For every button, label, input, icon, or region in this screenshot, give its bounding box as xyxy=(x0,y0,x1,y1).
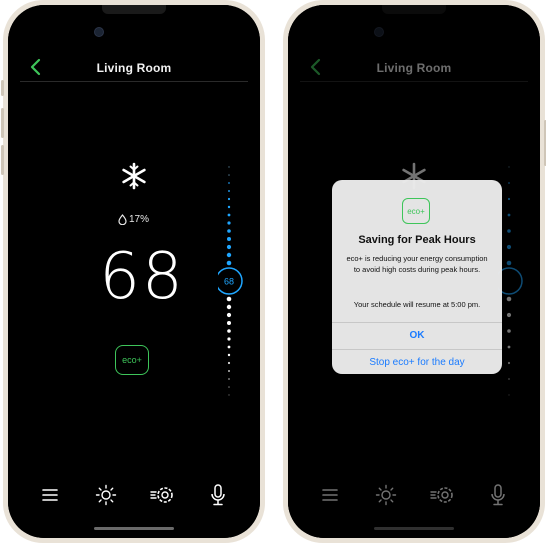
tab-settings[interactable] xyxy=(149,482,175,508)
slider-dots-below xyxy=(226,296,232,396)
menu-icon xyxy=(42,489,58,501)
speaker-notch xyxy=(102,5,166,14)
page-title: Living Room xyxy=(96,61,172,75)
setpoint-temperature: 68 xyxy=(99,240,185,314)
sun-icon xyxy=(95,484,117,506)
slider-handle[interactable]: 68 xyxy=(218,267,243,295)
volume-up-button xyxy=(1,108,4,138)
peak-hours-alert: eco+ Saving for Peak Hours eco+ is reduc… xyxy=(332,180,502,374)
humidity-readout: 17% xyxy=(118,214,149,225)
tab-weather[interactable] xyxy=(93,482,119,508)
thermostat-screen-behind-dialog: Living Room xyxy=(288,5,540,538)
phone-eco-dialog-screen: Living Room xyxy=(283,0,546,543)
bezel: Living Room 17% 68 eco+ 68 xyxy=(8,5,260,538)
tab-voice[interactable] xyxy=(205,482,231,508)
droplet-icon xyxy=(118,214,127,225)
header-divider xyxy=(20,81,248,82)
settings-icon xyxy=(150,487,173,503)
bezel: Living Room xyxy=(288,5,540,538)
volume-down-button xyxy=(1,145,4,175)
humidity-value: 17% xyxy=(129,214,150,225)
bottom-tab-bar xyxy=(8,480,260,510)
alert-title: Saving for Peak Hours xyxy=(358,234,476,246)
eco-plus-badge: eco+ xyxy=(402,198,430,224)
alert-message: eco+ is reducing your energy consumption… xyxy=(346,254,488,274)
mute-switch xyxy=(1,80,4,96)
front-camera xyxy=(94,27,104,37)
home-indicator[interactable] xyxy=(94,527,174,530)
slider-dots-above xyxy=(226,166,232,266)
stop-eco-button[interactable]: Stop eco+ for the day xyxy=(332,350,502,374)
phone-thermostat-screen: Living Room 17% 68 eco+ 68 xyxy=(1,0,265,543)
microphone-icon xyxy=(211,484,225,506)
slider-handle-value: 68 xyxy=(224,277,234,287)
tab-menu[interactable] xyxy=(37,482,63,508)
ok-button[interactable]: OK xyxy=(332,323,502,349)
eco-plus-button[interactable]: eco+ xyxy=(115,345,149,375)
snowflake-icon xyxy=(122,162,146,190)
temperature-slider[interactable]: 68 xyxy=(218,155,248,405)
thermostat-screen: Living Room 17% 68 eco+ 68 xyxy=(8,5,260,538)
alert-resume-note: Your schedule will resume at 5:00 pm. xyxy=(353,300,481,309)
